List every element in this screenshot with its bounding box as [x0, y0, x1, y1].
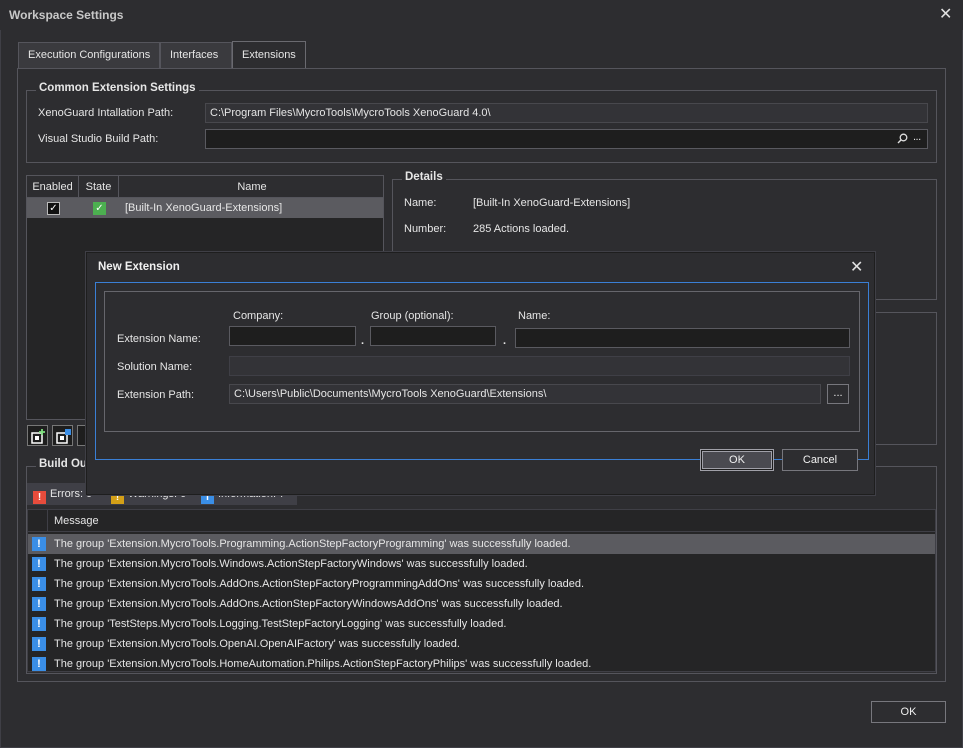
- details-number-label: Number:: [404, 223, 447, 235]
- dialog-title: New Extension: [98, 261, 180, 273]
- common-extension-settings-group: Common Extension Settings: [26, 82, 937, 163]
- info-icon: !: [32, 637, 46, 651]
- info-icon: !: [32, 597, 46, 611]
- dialog-content-frame: Company: Group (optional): Name: Extensi…: [95, 282, 869, 460]
- vs-build-path-label: Visual Studio Build Path:: [38, 133, 159, 145]
- message-text: The group 'Extension.MycroTools.HomeAuto…: [54, 658, 592, 670]
- build-message-list: Message ! The group 'Extension.MycroTools…: [27, 509, 936, 672]
- header-name[interactable]: Name: [119, 176, 383, 198]
- header-enabled[interactable]: Enabled: [27, 176, 79, 198]
- window-title: Workspace Settings: [9, 8, 124, 22]
- window-close-icon[interactable]: ✕: [939, 7, 952, 23]
- company-label: Company:: [233, 310, 284, 322]
- message-row[interactable]: ! The group 'Extension.MycroTools.AddOns.…: [28, 574, 935, 594]
- details-number-value: 285 Actions loaded.: [473, 223, 570, 235]
- message-header: Message: [28, 510, 935, 532]
- message-text: The group 'Extension.MycroTools.Windows.…: [54, 558, 528, 570]
- enabled-checkbox[interactable]: ✓: [47, 202, 60, 215]
- message-text: The group 'TestSteps.MycroTools.Logging.…: [54, 618, 507, 630]
- message-row[interactable]: ! The group 'Extension.MycroTools.Windows…: [28, 554, 935, 574]
- footer-ok-button[interactable]: OK: [871, 701, 946, 723]
- name-input[interactable]: [515, 328, 850, 348]
- extension-name-label: Extension Name:: [117, 333, 201, 345]
- vs-build-path-browse[interactable]: ...: [913, 131, 921, 143]
- message-text: The group 'Extension.MycroTools.OpenAI.O…: [54, 638, 460, 650]
- browse-path-button[interactable]: ...: [827, 384, 849, 404]
- message-row[interactable]: ! The group 'Extension.MycroTools.OpenAI.…: [28, 634, 935, 654]
- import-extension-button[interactable]: [52, 425, 73, 446]
- extension-row[interactable]: ✓ ✓ [Built-In XenoGuard-Extensions]: [27, 198, 383, 218]
- install-path-label: XenoGuard Intallation Path:: [38, 107, 174, 119]
- dialog-fields-group: Company: Group (optional): Name: Extensi…: [104, 291, 860, 432]
- tab-extensions[interactable]: Extensions: [232, 41, 306, 69]
- message-column-header[interactable]: Message: [54, 515, 99, 527]
- message-row[interactable]: ! The group 'TestSteps.MycroTools.Logging…: [28, 614, 935, 634]
- company-input[interactable]: [229, 326, 356, 346]
- extension-path-input[interactable]: C:\Users\Public\Documents\MycroTools Xen…: [229, 384, 821, 404]
- new-extension-dialog: New Extension ✕ Company: Group (optional…: [86, 252, 875, 495]
- info-icon: !: [32, 537, 46, 551]
- search-icon[interactable]: [897, 133, 908, 147]
- tab-execution-configurations[interactable]: Execution Configurations: [18, 42, 160, 68]
- tab-interfaces[interactable]: Interfaces: [160, 42, 232, 68]
- extension-name-cell: [Built-In XenoGuard-Extensions]: [125, 202, 283, 214]
- install-path-field[interactable]: C:\Program Files\MycroTools\MycroTools X…: [205, 103, 928, 123]
- header-state[interactable]: State: [79, 176, 119, 198]
- state-ok-icon: ✓: [93, 202, 106, 215]
- add-extension-icon: [31, 429, 45, 444]
- message-text: The group 'Extension.MycroTools.Programm…: [54, 538, 571, 550]
- name-label: Name:: [518, 310, 551, 322]
- error-icon: !: [33, 491, 46, 504]
- vs-build-path-field[interactable]: [205, 129, 928, 149]
- dot-separator: .: [361, 335, 365, 347]
- dialog-close-icon[interactable]: ✕: [850, 260, 863, 276]
- import-extension-icon: [56, 429, 71, 444]
- group-label: Group (optional):: [371, 310, 454, 322]
- details-title: Details: [402, 171, 446, 183]
- info-icon: !: [32, 657, 46, 671]
- info-icon: !: [32, 577, 46, 591]
- add-extension-button[interactable]: [27, 425, 48, 446]
- message-row[interactable]: ! The group 'Extension.MycroTools.HomeAut…: [28, 654, 935, 671]
- message-row[interactable]: ! The group 'Extension.MycroTools.Program…: [28, 534, 935, 554]
- group-input[interactable]: [370, 326, 496, 346]
- info-icon: !: [32, 557, 46, 571]
- grid-header: Enabled State Name: [27, 176, 383, 198]
- solution-name-input[interactable]: [229, 356, 850, 376]
- solution-name-label: Solution Name:: [117, 361, 193, 373]
- dialog-ok-button[interactable]: OK: [700, 449, 774, 471]
- dialog-cancel-button[interactable]: Cancel: [782, 449, 858, 471]
- common-settings-title: Common Extension Settings: [36, 82, 199, 94]
- info-icon: !: [32, 617, 46, 631]
- dot-separator: .: [503, 335, 507, 347]
- title-bar: Workspace Settings ✕: [0, 0, 963, 30]
- extension-path-label: Extension Path:: [117, 389, 195, 401]
- errors-filter[interactable]: ! Errors: 0: [33, 483, 92, 505]
- message-text: The group 'Extension.MycroTools.AddOns.A…: [54, 598, 563, 610]
- message-row[interactable]: ! The group 'Extension.MycroTools.AddOns.…: [28, 594, 935, 614]
- details-name-label: Name:: [404, 197, 437, 209]
- message-text: The group 'Extension.MycroTools.AddOns.A…: [54, 578, 585, 590]
- details-name-value: [Built-In XenoGuard-Extensions]: [473, 197, 631, 209]
